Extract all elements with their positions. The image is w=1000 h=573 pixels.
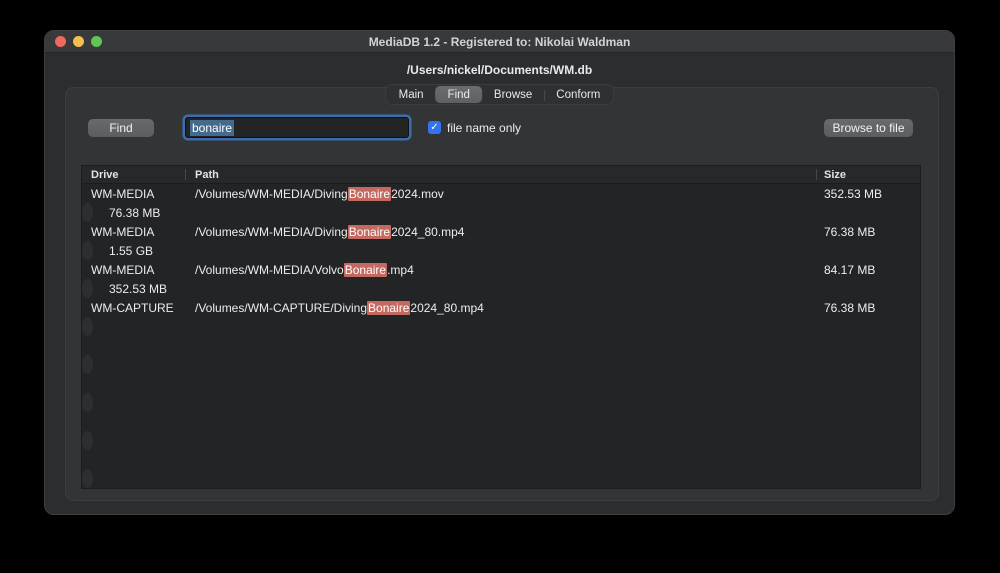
app-window: MediaDB 1.2 - Registered to: Nikolai Wal… <box>44 30 955 515</box>
table-row[interactable]: WM-MEDIA/Volumes/WM-MEDIA/Feb7DivingBona… <box>82 241 93 260</box>
tab-find[interactable]: Find <box>436 86 482 103</box>
table-empty-row[interactable] <box>82 374 920 393</box>
cell-drive: WM-MEDIA <box>82 225 185 239</box>
table-empty-row[interactable] <box>82 317 93 336</box>
cell-drive: WM-MEDIA <box>82 263 185 277</box>
minimize-button[interactable] <box>73 36 84 47</box>
table-empty-row[interactable] <box>82 412 920 431</box>
search-input[interactable]: bonaire <box>185 117 409 138</box>
column-header-size[interactable]: Size <box>816 166 920 183</box>
cell-path: /Volumes/WM-MEDIA/DivingBonaire2024_80.m… <box>91 206 101 220</box>
table-empty-row[interactable] <box>82 336 920 355</box>
cell-path: /Volumes/WM-CAPTURE/DivingBonaire2024.mo… <box>91 282 101 296</box>
results-table-body: WM-MEDIA/Volumes/WM-MEDIA/DivingBonaire2… <box>82 184 920 489</box>
table-empty-row[interactable] <box>82 488 920 489</box>
cell-drive: WM-MEDIA <box>82 187 185 201</box>
table-row[interactable]: WM-MEDIA/Volumes/WM-MEDIA/DivingBonaire2… <box>82 184 920 203</box>
search-input-value: bonaire <box>190 120 234 136</box>
search-match-highlight: Bonaire <box>344 263 387 277</box>
cell-path: /Volumes/WM-MEDIA/DivingBonaire2024_80.m… <box>185 225 816 239</box>
table-row[interactable]: WM-MEDIA/Volumes/WM-MEDIA/VolvoBonaire.m… <box>82 260 920 279</box>
close-button[interactable] <box>55 36 66 47</box>
cell-drive: WM-MEDIA <box>82 244 91 258</box>
cell-drive: WM-CAPTURE <box>82 301 185 315</box>
browse-to-file-button[interactable]: Browse to file <box>824 119 913 137</box>
cell-drive: WM-CAPTURE <box>82 282 91 296</box>
tab-conform[interactable]: Conform <box>544 86 612 103</box>
cell-size: 1.55 GB <box>101 244 153 258</box>
search-match-highlight: Bonaire <box>367 301 410 315</box>
cell-size: 76.38 MB <box>101 206 160 220</box>
file-name-only-label[interactable]: file name only <box>447 121 521 135</box>
table-row[interactable]: WM-CAPTURE/Volumes/WM-CAPTURE/DivingBona… <box>82 279 93 298</box>
search-match-highlight: Bonaire <box>348 187 391 201</box>
cell-size: 76.38 MB <box>816 225 920 239</box>
cell-drive: WM-MEDIA <box>82 206 91 220</box>
database-path: /Users/nickel/Documents/WM.db <box>45 63 954 77</box>
table-row[interactable]: WM-MEDIA/Volumes/WM-MEDIA/DivingBonaire2… <box>82 203 93 222</box>
cell-size: 84.17 MB <box>816 263 920 277</box>
window-title: MediaDB 1.2 - Registered to: Nikolai Wal… <box>369 35 631 49</box>
find-button[interactable]: Find <box>88 119 154 137</box>
cell-size: 352.53 MB <box>101 282 167 296</box>
traffic-lights <box>55 36 102 47</box>
results-table[interactable]: Drive Path Size WM-MEDIA/Volumes/WM-MEDI… <box>81 165 921 489</box>
table-empty-row[interactable] <box>82 469 93 488</box>
cell-size: 76.38 MB <box>816 301 920 315</box>
search-match-highlight: Bonaire <box>348 225 391 239</box>
file-name-only-checkbox[interactable]: ✓ <box>428 121 441 134</box>
cell-size: 352.53 MB <box>816 187 920 201</box>
zoom-button[interactable] <box>91 36 102 47</box>
table-empty-row[interactable] <box>82 431 93 450</box>
title-bar[interactable]: MediaDB 1.2 - Registered to: Nikolai Wal… <box>45 31 954 53</box>
cell-path: /Volumes/WM-MEDIA/DivingBonaire2024.mov <box>185 187 816 201</box>
table-row[interactable]: WM-CAPTURE/Volumes/WM-CAPTURE/DivingBona… <box>82 298 920 317</box>
column-header-drive[interactable]: Drive <box>82 166 185 183</box>
tab-main[interactable]: Main <box>387 86 436 103</box>
cell-path: /Volumes/WM-CAPTURE/DivingBonaire2024_80… <box>185 301 816 315</box>
results-table-header: Drive Path Size <box>82 166 920 184</box>
table-empty-row[interactable] <box>82 355 93 374</box>
column-header-path[interactable]: Path <box>185 166 816 183</box>
cell-path: /Volumes/WM-MEDIA/Feb7DivingBonaire.mp4 <box>91 244 101 258</box>
cell-path: /Volumes/WM-MEDIA/VolvoBonaire.mp4 <box>185 263 816 277</box>
table-empty-row[interactable] <box>82 450 920 469</box>
table-row[interactable]: WM-MEDIA/Volumes/WM-MEDIA/DivingBonaire2… <box>82 222 920 241</box>
tab-browse[interactable]: Browse <box>482 86 544 103</box>
table-empty-row[interactable] <box>82 393 93 412</box>
tab-bar: MainFindBrowseConform <box>385 84 615 105</box>
